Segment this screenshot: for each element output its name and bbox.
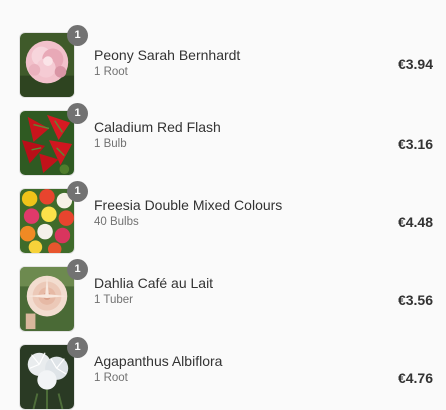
cart-item: 1 Agapanthus Albiflora 1 Root €4.76 (0, 337, 446, 410)
cafe-au-lait-dahlia-image (19, 266, 75, 332)
product-name[interactable]: Agapanthus Albiflora (94, 353, 222, 369)
cart-item: 1 Freesia Double Mixed Colours 40 Bulbs … (0, 181, 446, 266)
product-name[interactable]: Freesia Double Mixed Colours (94, 197, 282, 213)
product-thumbnail[interactable]: 1 (18, 103, 88, 178)
product-name[interactable]: Peony Sarah Bernhardt (94, 47, 240, 63)
product-thumbnail[interactable]: 1 (18, 25, 88, 100)
product-variant: 1 Root (94, 66, 128, 78)
quantity-badge: 1 (67, 103, 88, 124)
quantity-badge: 1 (67, 25, 88, 46)
product-name[interactable]: Dahlia Café au Lait (94, 275, 213, 291)
product-thumbnail[interactable]: 1 (18, 181, 88, 256)
quantity-badge: 1 (67, 181, 88, 202)
product-variant: 1 Tuber (94, 294, 133, 306)
quantity-badge: 1 (67, 259, 88, 280)
quantity-badge: 1 (67, 337, 88, 358)
product-price: €3.94 (397, 56, 433, 72)
product-price: €4.76 (397, 370, 433, 386)
product-thumbnail[interactable]: 1 (18, 337, 88, 410)
product-price: €3.16 (397, 136, 433, 152)
white-agapanthus-image (19, 344, 75, 410)
cart-item: 1 Peony Sarah Bernhardt 1 Root €3.94 (0, 25, 446, 110)
red-caladium-image (19, 110, 75, 176)
product-name[interactable]: Caladium Red Flash (94, 119, 221, 135)
product-variant: 40 Bulbs (94, 216, 139, 228)
cart-item: 1 Dahlia Café au Lait 1 Tuber €3.56 (0, 259, 446, 344)
product-variant: 1 Bulb (94, 138, 127, 150)
product-thumbnail[interactable]: 1 (18, 259, 88, 334)
mixed-freesia-image (19, 188, 75, 254)
cart-item-list: 1 Peony Sarah Bernhardt 1 Root €3.94 1 C… (0, 0, 446, 410)
product-price: €3.56 (397, 292, 433, 308)
cart-item: 1 Caladium Red Flash 1 Bulb €3.16 (0, 103, 446, 188)
product-price: €4.48 (397, 214, 433, 230)
pink-peony-image (19, 32, 75, 98)
product-variant: 1 Root (94, 372, 128, 384)
